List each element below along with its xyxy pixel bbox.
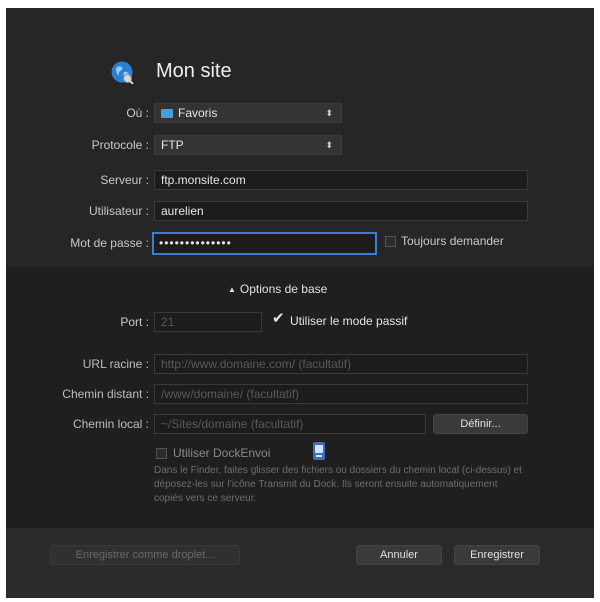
options-toggle[interactable]: ▲ Options de base bbox=[228, 281, 327, 298]
site-title[interactable]: Mon site bbox=[156, 58, 232, 84]
cancel-button[interactable]: Annuler bbox=[356, 545, 442, 565]
chevron-updown-icon: ⬍ bbox=[325, 140, 333, 150]
basic-options-panel: ▲ Options de base Port : 21 ✔ Utiliser le… bbox=[6, 266, 594, 528]
protocol-value: FTP bbox=[161, 138, 184, 152]
protocol-select[interactable]: FTP ⬍ bbox=[154, 135, 342, 155]
root-url-label: URL racine : bbox=[82, 357, 149, 371]
dock-send-help-text: Dans le Finder, faites glisser des fichi… bbox=[154, 465, 522, 504]
password-input[interactable]: •••••••••••••• bbox=[152, 232, 377, 255]
triangle-up-icon: ▲ bbox=[228, 285, 236, 294]
remote-path-input[interactable]: /www/domaine/ (facultatif) bbox=[154, 384, 528, 404]
dock-send-checkbox[interactable] bbox=[156, 448, 167, 459]
protocol-label: Protocole : bbox=[91, 138, 149, 152]
save-button[interactable]: Enregistrer bbox=[454, 545, 540, 565]
password-label: Mot de passe : bbox=[70, 236, 149, 250]
server-label: Serveur : bbox=[100, 173, 149, 187]
where-value: Favoris bbox=[178, 106, 218, 120]
remote-path-label: Chemin distant : bbox=[62, 387, 149, 401]
folder-icon bbox=[161, 109, 173, 118]
options-toggle-label: Options de base bbox=[239, 282, 328, 296]
where-label: Où : bbox=[126, 106, 149, 120]
user-input[interactable]: aurelien bbox=[154, 201, 528, 221]
local-path-label: Chemin local : bbox=[72, 417, 149, 431]
user-label: Utilisateur : bbox=[88, 204, 149, 218]
globe-icon bbox=[110, 60, 134, 85]
favorite-editor-window: Mon site Où : Favoris ⬍ Protocole : FTP … bbox=[6, 8, 594, 598]
dock-send-label[interactable]: Utiliser DockEnvoi bbox=[173, 445, 270, 461]
port-input[interactable]: 21 bbox=[154, 312, 262, 332]
server-input[interactable]: ftp.monsite.com bbox=[154, 170, 528, 190]
local-path-input[interactable]: ~/Sites/domaine (facultatif) bbox=[154, 414, 426, 434]
chevron-updown-icon: ⬍ bbox=[325, 108, 333, 118]
where-select[interactable]: Favoris ⬍ bbox=[154, 103, 342, 123]
always-ask-label[interactable]: Toujours demander bbox=[401, 233, 504, 249]
root-url-input[interactable]: http://www.domaine.com/ (facultatif) bbox=[154, 354, 528, 374]
define-button[interactable]: Définir... bbox=[433, 414, 528, 434]
port-label: Port : bbox=[120, 315, 149, 329]
always-ask-checkbox[interactable] bbox=[385, 236, 396, 247]
transmit-dock-icon bbox=[312, 442, 326, 460]
passive-mode-label[interactable]: Utiliser le mode passif bbox=[290, 312, 407, 330]
save-as-droplet-button[interactable]: Enregistrer comme droplet... bbox=[50, 545, 240, 565]
footer-bar: Enregistrer comme droplet... Annuler Enr… bbox=[6, 528, 594, 598]
passive-checkmark-icon[interactable]: ✔ bbox=[272, 310, 285, 328]
